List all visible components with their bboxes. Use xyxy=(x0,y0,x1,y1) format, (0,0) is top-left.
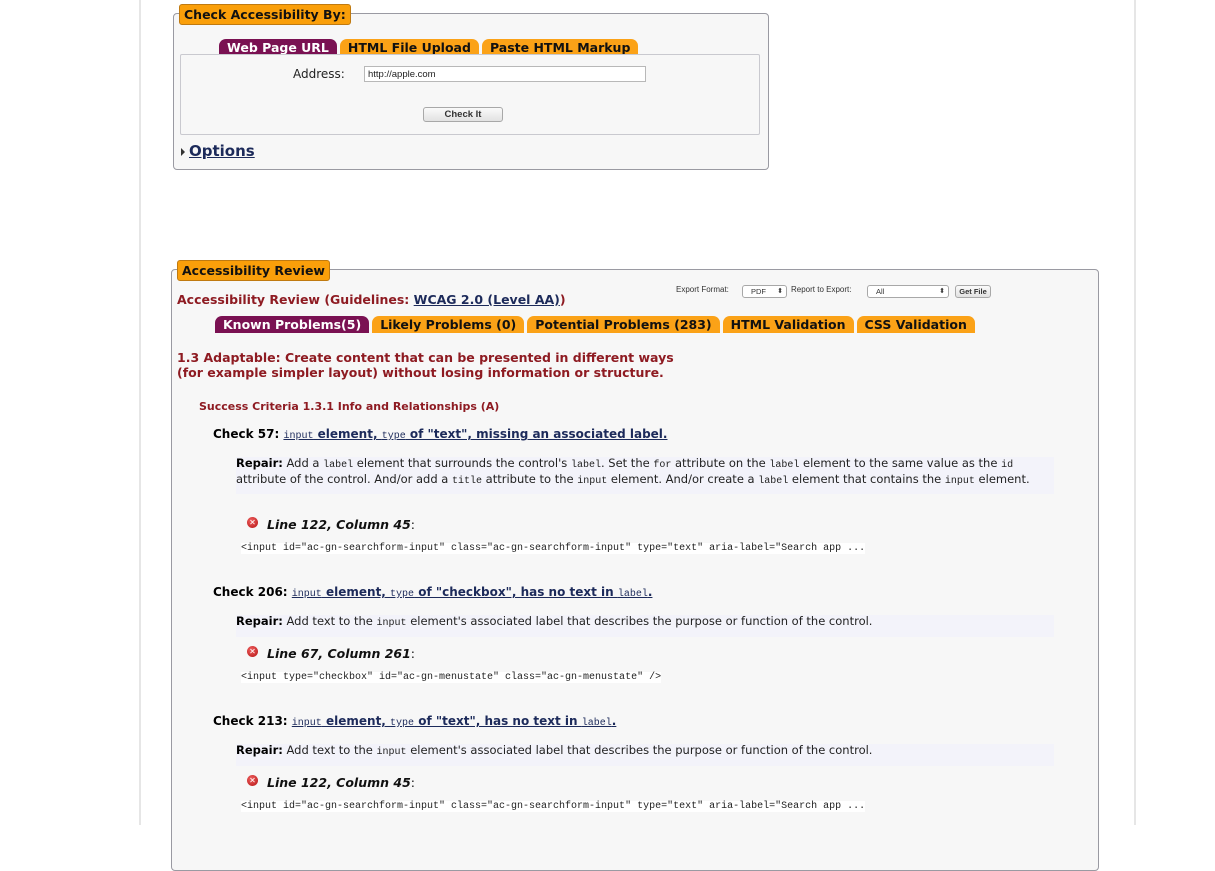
error-icon: ✕ xyxy=(247,646,258,657)
repair-label: Repair: xyxy=(236,614,283,628)
review-heading: Accessibility Review (Guidelines: WCAG 2… xyxy=(177,292,566,307)
address-label: Address: xyxy=(293,67,345,81)
line-reference: Line 122, Column 45: xyxy=(267,775,416,790)
export-format-select[interactable]: PDF ⬍ xyxy=(742,285,787,298)
select-arrows-icon: ⬍ xyxy=(939,288,945,295)
review-tabs: Known Problems(5) Likely Problems (0) Po… xyxy=(215,316,975,333)
export-format-label: Export Format: xyxy=(676,285,729,294)
report-to-export-select[interactable]: All ⬍ xyxy=(867,285,949,298)
review-heading-prefix: Accessibility Review (Guidelines: xyxy=(177,292,414,307)
code-snippet: <input type="checkbox" id="ac-gn-menusta… xyxy=(241,672,662,683)
check-title: Check 57: input element, type of "text",… xyxy=(213,427,667,442)
check-number: Check 57: xyxy=(213,427,280,441)
code-snippet: <input id="ac-gn-searchform-input" class… xyxy=(241,543,866,554)
tab-potential-problems[interactable]: Potential Problems (283) xyxy=(527,316,720,333)
check-title: Check 213: input element, type of "text"… xyxy=(213,714,616,729)
options-disclosure-icon[interactable] xyxy=(181,148,185,156)
repair-text: Repair: Add text to the input element's … xyxy=(236,614,1054,637)
check-accessibility-legend: Check Accessibility By: xyxy=(179,4,351,25)
error-icon: ✕ xyxy=(247,517,258,528)
report-to-export-label: Report to Export: xyxy=(791,285,852,294)
line-reference: Line 67, Column 261: xyxy=(267,646,416,661)
check-link[interactable]: input element, type of "text", has no te… xyxy=(292,714,617,729)
check-it-button[interactable]: Check It xyxy=(423,107,503,122)
get-file-button[interactable]: Get File xyxy=(955,285,991,298)
tab-likely-problems[interactable]: Likely Problems (0) xyxy=(372,316,525,333)
repair-text: Repair: Add text to the input element's … xyxy=(236,743,1054,766)
tab-known-problems[interactable]: Known Problems(5) xyxy=(215,316,370,333)
check-number: Check 206: xyxy=(213,585,288,599)
tab-css-validation[interactable]: CSS Validation xyxy=(856,316,975,333)
export-format-value: PDF xyxy=(751,287,766,296)
check-link[interactable]: input element, type of "text", missing a… xyxy=(283,427,667,442)
review-heading-suffix: ) xyxy=(559,292,566,307)
repair-label: Repair: xyxy=(236,743,283,757)
check-link[interactable]: input element, type of "checkbox", has n… xyxy=(292,585,653,600)
error-icon: ✕ xyxy=(247,775,258,786)
address-input[interactable] xyxy=(364,66,646,82)
tab-html-validation[interactable]: HTML Validation xyxy=(722,316,854,333)
check-title: Check 206: input element, type of "check… xyxy=(213,585,652,600)
options-link[interactable]: Options xyxy=(189,142,255,160)
line-reference: Line 122, Column 45: xyxy=(267,517,416,532)
guidelines-link[interactable]: WCAG 2.0 (Level AA) xyxy=(414,292,560,307)
accessibility-review-legend: Accessibility Review xyxy=(177,260,330,281)
code-snippet: <input id="ac-gn-searchform-input" class… xyxy=(241,801,866,812)
success-criteria-heading: Success Criteria 1.3.1 Info and Relation… xyxy=(199,400,500,413)
report-to-export-value: All xyxy=(876,287,885,296)
select-arrows-icon: ⬍ xyxy=(777,288,783,295)
repair-label: Repair: xyxy=(236,456,283,470)
check-number: Check 213: xyxy=(213,714,288,728)
repair-text: Repair: Add a label element that surroun… xyxy=(236,456,1054,494)
guideline-heading: 1.3 Adaptable: Create content that can b… xyxy=(177,350,674,380)
